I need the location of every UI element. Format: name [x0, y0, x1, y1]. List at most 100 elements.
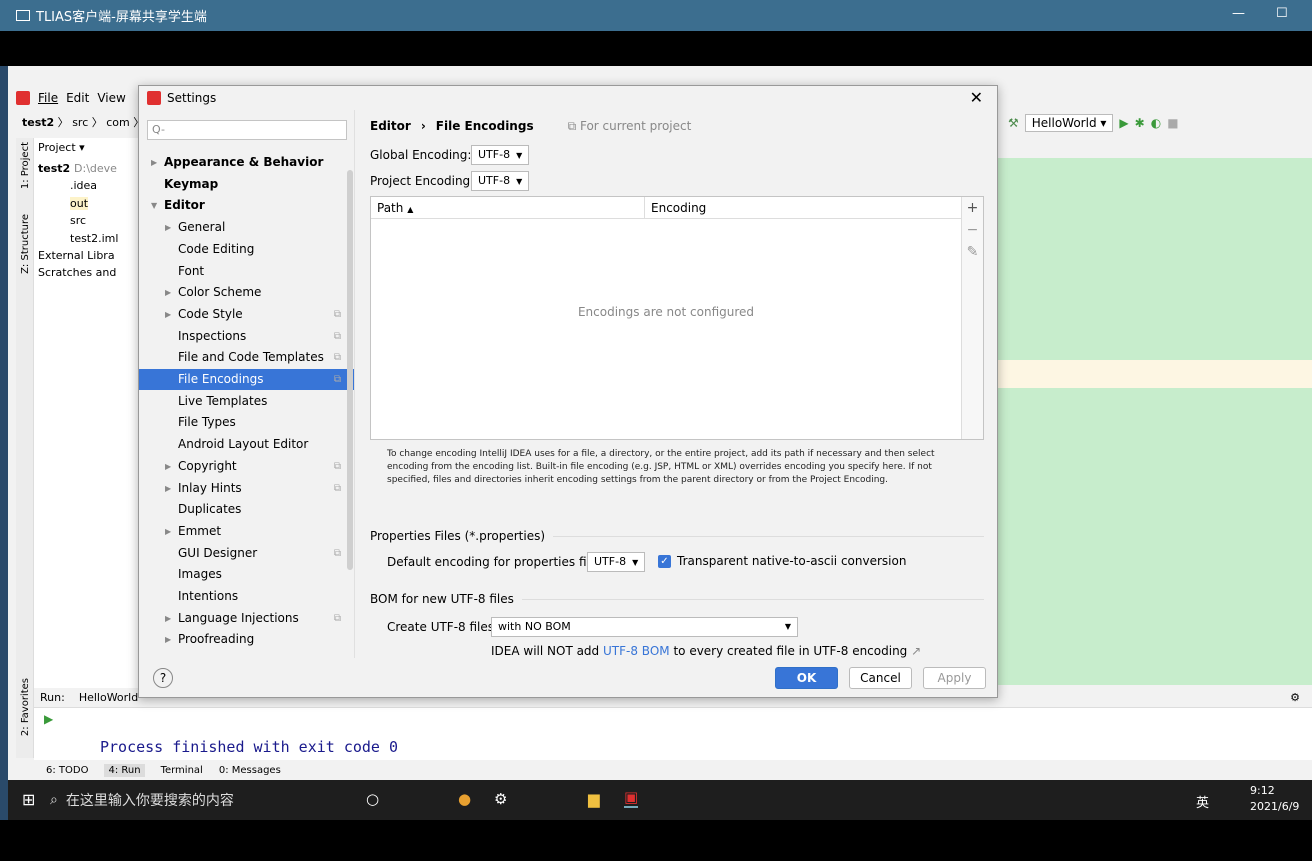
windows-start-icon[interactable]: ⊞: [22, 790, 35, 809]
tree-item[interactable]: .idea: [70, 179, 97, 192]
utf8-bom-link[interactable]: UTF-8 BOM: [603, 644, 670, 658]
add-icon[interactable]: +: [962, 197, 983, 219]
file-explorer-icon[interactable]: ▆: [588, 790, 600, 808]
chevron-right-icon[interactable]: ▶: [165, 521, 171, 542]
checkmark-icon: ✓: [658, 555, 671, 568]
ime-indicator[interactable]: 英: [1196, 792, 1209, 811]
nav-item[interactable]: Images: [139, 564, 354, 585]
nav-item[interactable]: Inspections ⧉: [139, 326, 354, 347]
build-hammer-icon[interactable]: ⚒: [1008, 116, 1019, 130]
menu-view[interactable]: View: [97, 91, 125, 105]
nav-item[interactable]: Code Editing: [139, 239, 354, 260]
menu-file[interactable]: File: [38, 91, 58, 105]
nav-item[interactable]: ▶ Copyright ⧉: [139, 456, 354, 477]
settings-gear-icon[interactable]: ⚙: [494, 790, 507, 808]
run-console[interactable]: ▶ Process finished with exit code 0: [34, 708, 1312, 760]
for-current-project-note: ⧉ For current project: [567, 119, 692, 133]
clock-time[interactable]: 9:12: [1250, 784, 1275, 797]
crumb-com[interactable]: com: [106, 116, 130, 129]
project-encoding-select[interactable]: UTF-8 ▼: [471, 171, 530, 191]
encodings-table[interactable]: Path ▲ Encoding Encodings are not config…: [370, 196, 984, 440]
tab-run[interactable]: 4: Run: [104, 763, 145, 777]
remove-icon[interactable]: −: [962, 219, 983, 241]
minimize-button[interactable]: —: [1232, 6, 1245, 21]
settings-search-input[interactable]: Q-: [147, 120, 347, 140]
chevron-right-icon[interactable]: ▶: [165, 629, 171, 650]
debug-icon[interactable]: ✱: [1135, 116, 1145, 130]
nav-item[interactable]: Live Templates: [139, 391, 354, 412]
taskbar-search[interactable]: ⌕ 在这里输入你要搜索的内容: [50, 780, 350, 820]
clock-date[interactable]: 2021/6/9: [1250, 800, 1299, 813]
tab-terminal[interactable]: Terminal: [161, 765, 203, 776]
nav-item[interactable]: ▶ Proofreading: [139, 629, 354, 650]
nav-item[interactable]: Font: [139, 261, 354, 282]
tree-item[interactable]: External Libra: [38, 249, 115, 262]
menu-edit[interactable]: Edit: [66, 91, 89, 105]
tree-item[interactable]: test2.iml: [70, 232, 118, 245]
chevron-right-icon[interactable]: ▶: [165, 608, 171, 629]
settings-nav: Q- ▶ Appearance & Behavior Keymap ▼ Editor ▶ G…: [139, 110, 355, 658]
coverage-icon[interactable]: ◐: [1151, 116, 1161, 130]
chevron-right-icon[interactable]: ▶: [151, 152, 157, 173]
intellij-taskbar-icon[interactable]: ▣: [624, 788, 639, 808]
nav-item[interactable]: ▶ Appearance & Behavior: [139, 152, 354, 173]
tab-messages[interactable]: 0: Messages: [219, 765, 281, 776]
native-ascii-checkbox[interactable]: ✓ Transparent native-to-ascii conversion: [658, 554, 906, 568]
chevron-right-icon[interactable]: ▶: [165, 282, 171, 303]
chrome-icon[interactable]: ●: [458, 790, 471, 808]
nav-scrollbar[interactable]: [347, 170, 353, 570]
editor-area[interactable]: [998, 158, 1312, 685]
crumb-project[interactable]: test2: [22, 116, 54, 129]
nav-item[interactable]: GUI Designer ⧉: [139, 543, 354, 564]
tab-favorites[interactable]: 2: Favorites: [20, 678, 31, 736]
tab-todo[interactable]: 6: TODO: [46, 765, 88, 776]
nav-item[interactable]: ▼ Editor: [139, 195, 354, 216]
maximize-button[interactable]: ☐: [1276, 6, 1288, 21]
nav-item[interactable]: Keymap: [139, 174, 354, 195]
tree-item[interactable]: Scratches and: [38, 266, 116, 279]
task-view-icon[interactable]: ○: [366, 790, 379, 808]
apply-button[interactable]: Apply: [923, 667, 986, 689]
nav-item[interactable]: ▶ Color Scheme: [139, 282, 354, 303]
nav-item[interactable]: ▶ General: [139, 217, 354, 238]
edit-pencil-icon[interactable]: ✎: [962, 241, 983, 263]
nav-item[interactable]: ▶ Inlay Hints ⧉: [139, 478, 354, 499]
cancel-button[interactable]: Cancel: [849, 667, 912, 689]
run-icon[interactable]: ▶: [1119, 116, 1128, 130]
crumb-src[interactable]: src: [72, 116, 88, 129]
gear-icon[interactable]: ⚙: [1290, 691, 1300, 704]
nav-item[interactable]: File Encodings ⧉: [139, 369, 354, 390]
chevron-down-icon: ▼: [516, 177, 523, 186]
nav-item[interactable]: File and Code Templates ⧉: [139, 347, 354, 368]
project-header[interactable]: Project ▾: [38, 141, 85, 154]
nav-item[interactable]: ▶ Code Style ⧉: [139, 304, 354, 325]
tree-item[interactable]: src: [70, 214, 86, 227]
create-utf8-select[interactable]: with NO BOM ▼: [491, 617, 798, 637]
column-encoding[interactable]: Encoding: [645, 197, 961, 219]
ok-button[interactable]: OK: [775, 667, 838, 689]
chevron-right-icon[interactable]: ▶: [165, 304, 171, 325]
run-tab[interactable]: HelloWorld: [79, 691, 138, 704]
default-props-select[interactable]: UTF-8 ▼: [587, 552, 646, 572]
chevron-right-icon[interactable]: ▶: [165, 217, 171, 238]
chevron-down-icon[interactable]: ▼: [151, 195, 157, 216]
nav-item[interactable]: Android Layout Editor: [139, 434, 354, 455]
nav-item[interactable]: Duplicates: [139, 499, 354, 520]
nav-item[interactable]: ▶ Emmet: [139, 521, 354, 542]
tab-project[interactable]: 1: Project: [20, 142, 31, 189]
tree-item[interactable]: out: [70, 197, 89, 210]
help-button[interactable]: ?: [153, 668, 173, 688]
stop-icon[interactable]: ■: [1167, 116, 1178, 130]
close-icon[interactable]: ✕: [970, 88, 983, 107]
nav-item[interactable]: File Types: [139, 412, 354, 433]
chevron-right-icon[interactable]: ▶: [165, 456, 171, 477]
tree-item[interactable]: test2 D:\deve: [38, 162, 117, 175]
global-encoding-select[interactable]: UTF-8 ▼: [471, 145, 530, 165]
nav-item[interactable]: ▶ Language Injections ⧉: [139, 608, 354, 629]
run-config-select[interactable]: HelloWorld ▾: [1024, 114, 1114, 132]
nav-item[interactable]: Intentions: [139, 586, 354, 607]
rerun-icon[interactable]: ▶: [44, 712, 53, 726]
tab-structure[interactable]: Z: Structure: [20, 214, 31, 274]
chevron-right-icon[interactable]: ▶: [165, 478, 171, 499]
column-path[interactable]: Path ▲: [371, 197, 645, 219]
